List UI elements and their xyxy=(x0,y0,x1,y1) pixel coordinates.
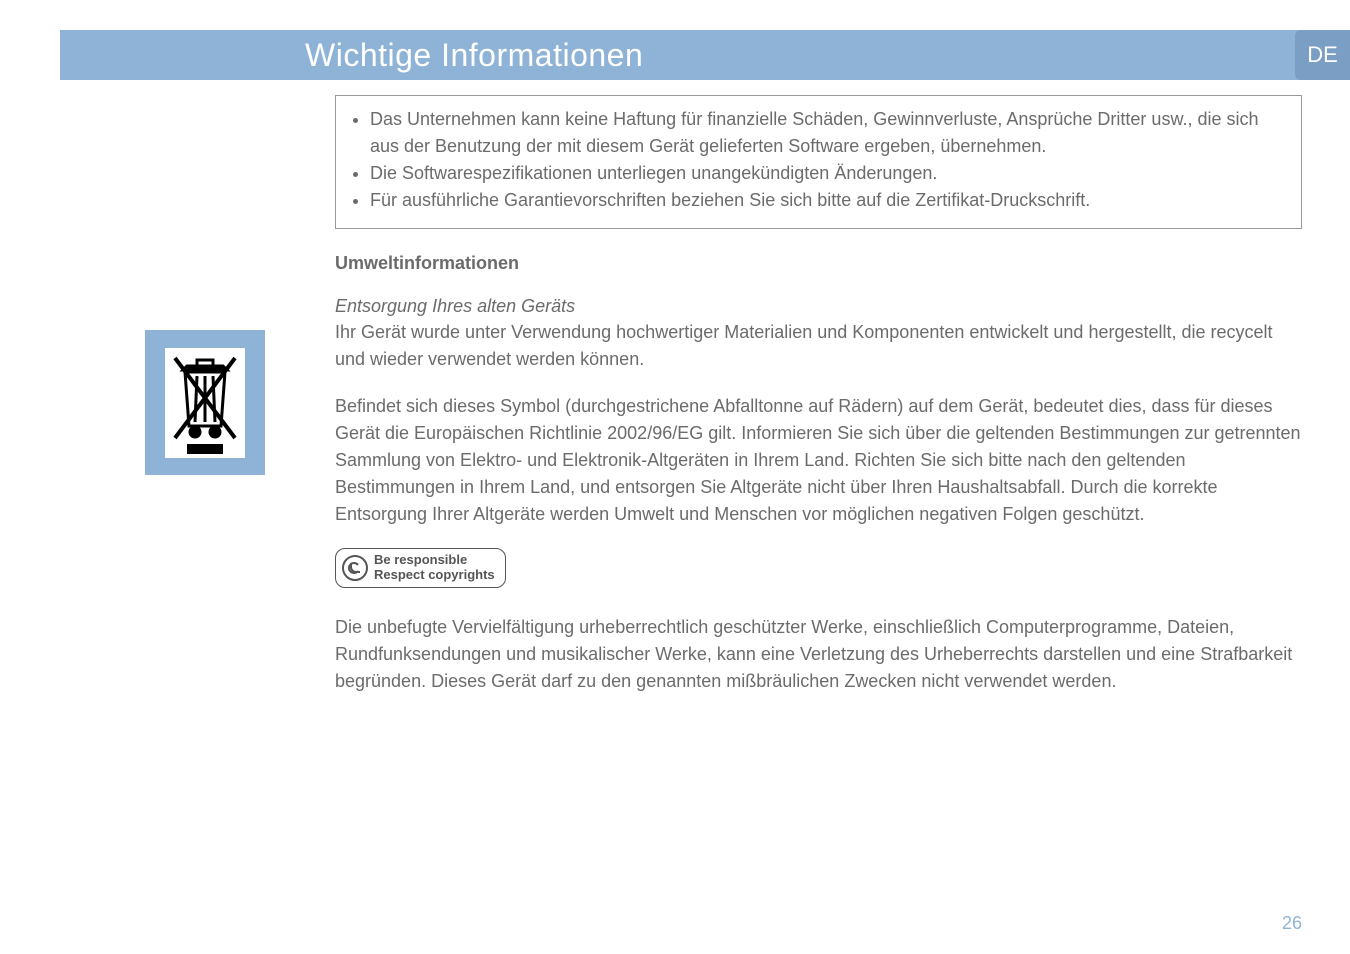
section-heading: Umweltinformationen xyxy=(335,253,1302,274)
page-title: Wichtige Informationen xyxy=(285,37,643,74)
crossed-bin-icon xyxy=(165,348,245,458)
notice-item: Für ausführliche Garantievorschriften be… xyxy=(370,187,1285,214)
notice-item: Die Softwarespezifikationen unterliegen … xyxy=(370,160,1285,187)
weee-bin-icon xyxy=(145,330,265,475)
notice-item: Das Unternehmen kann keine Haftung für f… xyxy=(370,106,1285,160)
header-accent xyxy=(60,30,285,80)
paragraph: Ihr Gerät wurde unter Verwendung hochwer… xyxy=(335,319,1302,373)
copyright-text: Be responsible Respect copyrights xyxy=(374,553,495,583)
copyright-line1: Be responsible xyxy=(374,553,495,568)
content-area: Das Unternehmen kann keine Haftung für f… xyxy=(335,95,1302,715)
respect-copyrights-badge: Be responsible Respect copyrights xyxy=(335,548,506,588)
notice-box: Das Unternehmen kann keine Haftung für f… xyxy=(335,95,1302,229)
copyright-line2: Respect copyrights xyxy=(374,568,495,583)
language-tab: DE xyxy=(1295,30,1350,80)
copyright-circle-icon xyxy=(342,555,368,581)
subheading: Entsorgung Ihres alten Geräts xyxy=(335,296,1302,317)
header-band: Wichtige Informationen xyxy=(60,30,1350,80)
page-number: 26 xyxy=(1282,913,1302,934)
paragraph: Befindet sich dieses Symbol (durchgestri… xyxy=(335,393,1302,528)
paragraph: Die unbefugte Vervielfältigung urheberre… xyxy=(335,614,1302,695)
